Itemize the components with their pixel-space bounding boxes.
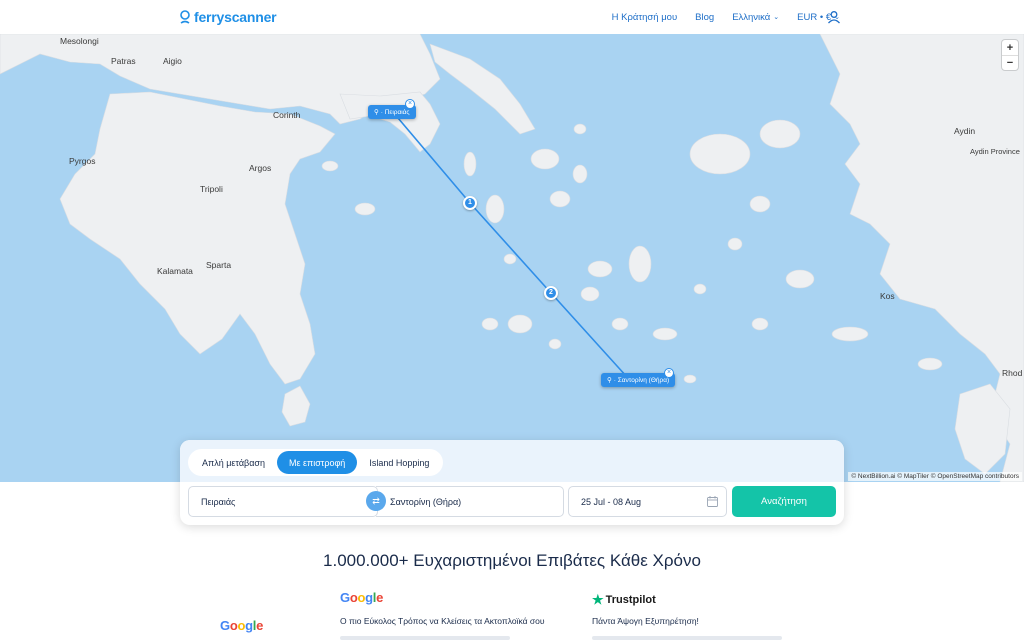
nav-blog[interactable]: Blog	[695, 12, 714, 23]
tab-one-way[interactable]: Απλή μετάβαση	[190, 451, 277, 474]
nav-my-booking[interactable]: Η Κράτησή μου	[612, 12, 678, 23]
route-map[interactable]: Mesolongi Patras Aigio Corinth Pyrgos Ar…	[0, 34, 1024, 482]
map-canvas	[0, 34, 1024, 482]
language-selector[interactable]: Ελληνικά ⌄	[732, 12, 779, 23]
search-panel: Απλή μετάβαση Με επιστροφή Island Hoppin…	[180, 440, 844, 525]
place-label: Rhod	[1002, 368, 1023, 378]
destination-port-label: · Σαντορίνη (Θήρα)	[613, 376, 670, 384]
language-label: Ελληνικά	[732, 11, 771, 23]
headline-bold: 1.000.000+ Ευχαριστημένοι Επιβάτες	[323, 551, 606, 570]
arrival-port-field[interactable]: Σαντορίνη (Θήρα)	[376, 486, 564, 517]
person-icon: ⚲	[374, 109, 379, 116]
google-logo-large: Google	[220, 618, 264, 633]
tab-island-hopping[interactable]: Island Hopping	[357, 451, 441, 474]
route-stop-marker[interactable]: 1	[463, 196, 477, 210]
origin-port-label: · Πειραιάς	[380, 108, 410, 116]
map-attribution[interactable]: © NextBillion.ai © MapTiler © OpenStreet…	[848, 472, 1022, 481]
logo-text: ferryscanner	[194, 9, 277, 25]
main-nav: Η Κράτησή μου Blog Ελληνικά ⌄ EUR • € ⌄	[612, 0, 840, 34]
place-label: Patras	[111, 56, 136, 66]
trustpilot-logo: ★ Trustpilot	[592, 592, 656, 608]
calendar-icon	[707, 496, 718, 507]
pin-logo-icon	[180, 9, 190, 24]
user-account-icon[interactable]	[827, 10, 841, 24]
trustpilot-logo-text: Trustpilot	[605, 594, 656, 606]
place-label: Aydin	[954, 126, 976, 136]
place-label: Kalamata	[157, 266, 193, 276]
trustpilot-review-title: Πάντα Άψογη Εξυπηρέτηση!	[592, 616, 699, 626]
place-label: Pyrgos	[69, 156, 96, 166]
place-label: Corinth	[273, 110, 301, 120]
place-label: Mesolongi	[60, 36, 99, 46]
departure-port-value: Πειραιάς	[201, 496, 236, 507]
date-range-value: 25 Jul - 08 Aug	[581, 496, 642, 507]
place-label: Sparta	[206, 260, 232, 270]
place-label: Tripoli	[200, 184, 223, 194]
search-button[interactable]: Αναζήτηση	[732, 486, 836, 517]
zoom-control: + −	[1002, 40, 1018, 70]
google-logo: Google	[340, 590, 384, 605]
trip-type-tabs: Απλή μετάβαση Με επιστροφή Island Hoppin…	[188, 449, 444, 476]
remove-origin-icon[interactable]: ×	[405, 99, 415, 109]
departure-port-field[interactable]: Πειραιάς	[188, 486, 378, 517]
passengers-headline: 1.000.000+ Ευχαριστημένοι Επιβάτες Κάθε …	[0, 551, 1024, 571]
headline-rest: Κάθε Χρόνο	[605, 551, 701, 570]
place-label: Aigio	[163, 56, 182, 66]
remove-destination-icon[interactable]: ×	[664, 368, 674, 378]
chevron-down-icon: ⌄	[773, 14, 780, 21]
place-label: Aydin Province	[970, 147, 1020, 156]
review-text-line	[340, 636, 510, 640]
date-range-field[interactable]: 25 Jul - 08 Aug	[568, 486, 727, 517]
zoom-in-button[interactable]: +	[1002, 40, 1018, 55]
place-label: Argos	[249, 163, 272, 173]
zoom-out-button[interactable]: −	[1002, 55, 1018, 70]
ferryscanner-logo[interactable]: ferryscanner	[179, 9, 277, 25]
review-text-line	[592, 636, 782, 640]
arrival-port-value: Σαντορίνη (Θήρα)	[390, 496, 462, 507]
person-icon: ⚲	[607, 377, 612, 384]
place-label: Kos	[880, 291, 895, 301]
tab-round-trip[interactable]: Με επιστροφή	[277, 451, 358, 474]
route-stop-marker[interactable]: 2	[544, 286, 558, 300]
star-icon: ★	[592, 592, 604, 607]
google-review-title: Ο πιο Εύκολος Τρόπος να Κλείσεις τα Ακτο…	[340, 616, 545, 626]
top-header: ferryscanner Η Κράτησή μου Blog Ελληνικά…	[0, 0, 1024, 34]
